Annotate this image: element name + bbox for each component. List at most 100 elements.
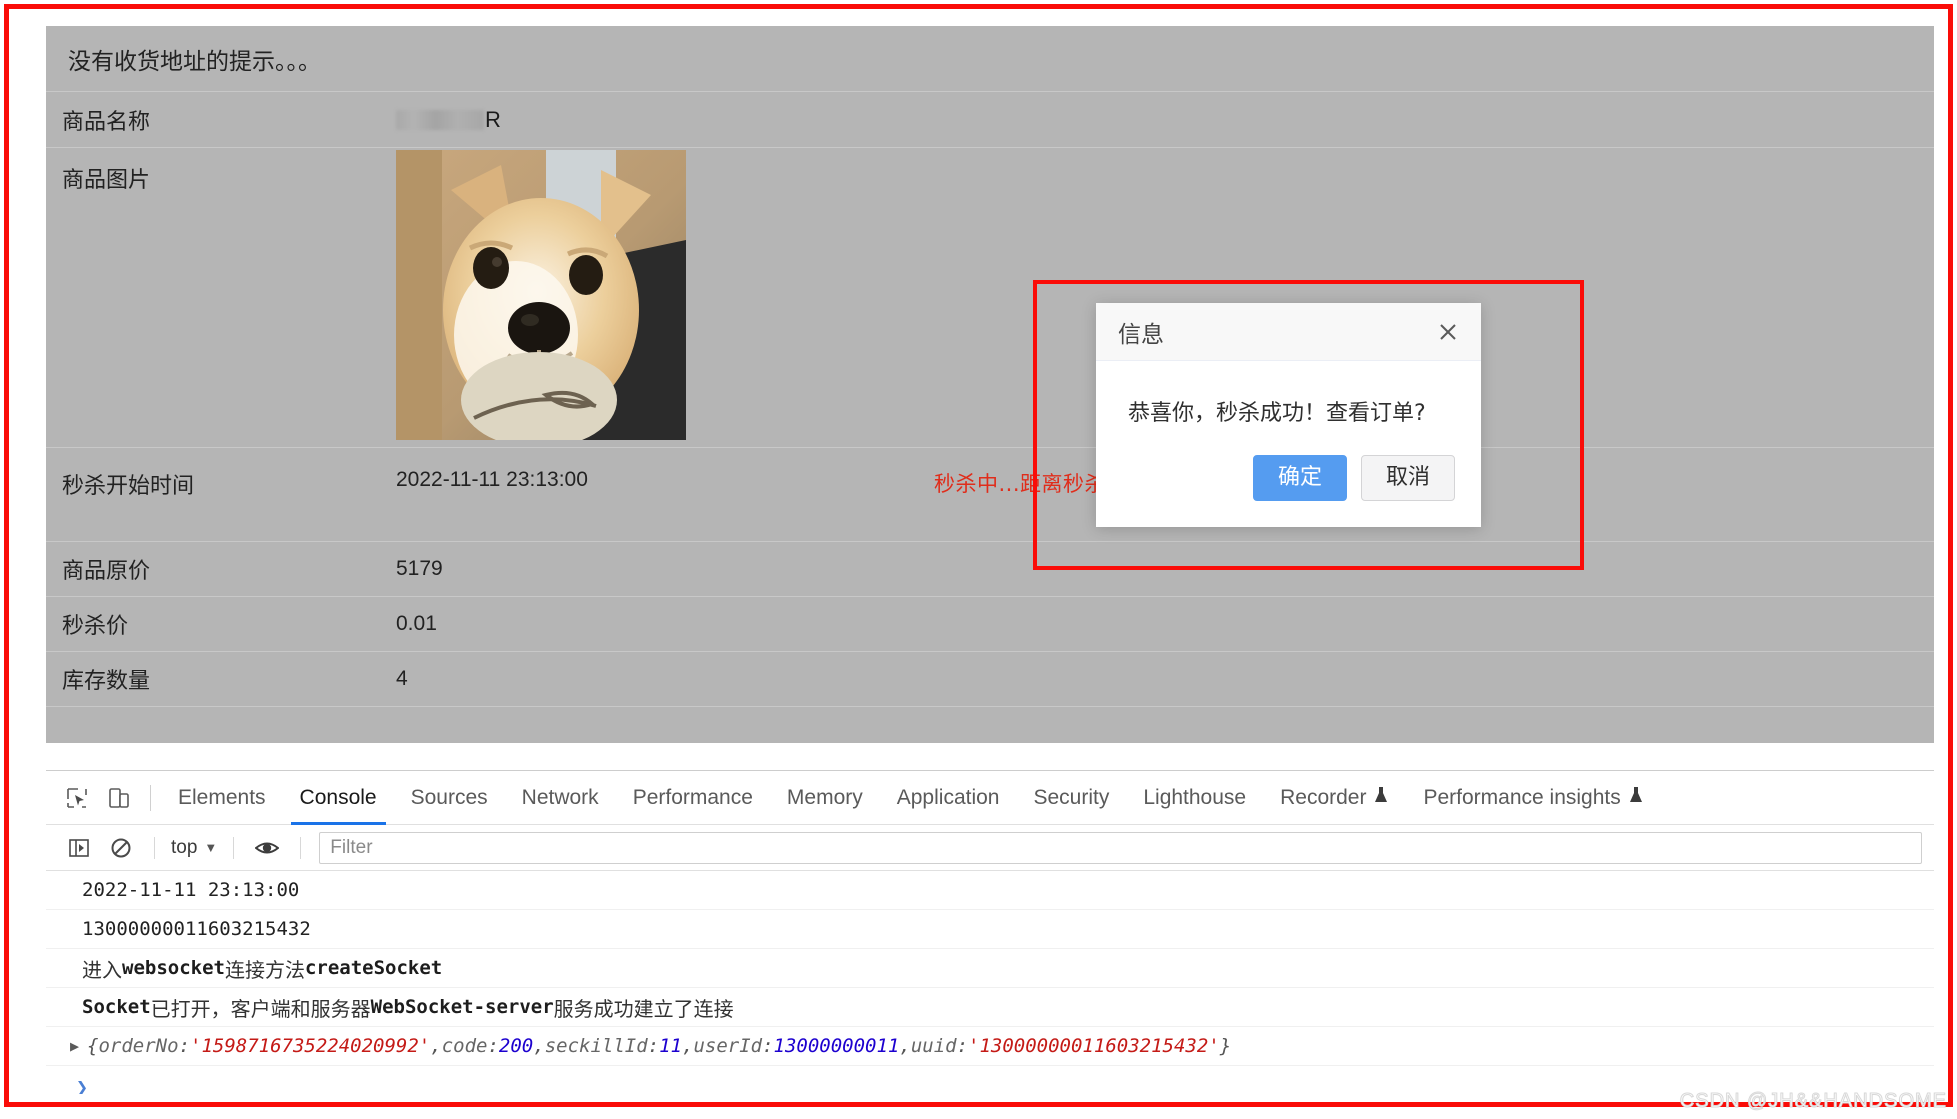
console-text-middle: 连接方法	[224, 957, 305, 982]
tab-label: Elements	[178, 785, 266, 809]
tab-label: Security	[1033, 785, 1110, 809]
row-value-seckill-price: 0.01	[396, 612, 437, 635]
tab-network[interactable]: Network	[505, 771, 616, 825]
row-label-product-image: 商品图片	[62, 168, 151, 193]
object-key-userid: userId	[693, 1035, 763, 1057]
expand-triangle-icon[interactable]: ▶	[70, 1037, 79, 1055]
confirm-button[interactable]: 确定	[1252, 455, 1347, 502]
toolbar-divider	[300, 836, 302, 859]
clear-console-icon-svg	[111, 838, 131, 857]
console-prompt[interactable]: ❯	[46, 1066, 1934, 1094]
console-text-mono2: WebSocket-server	[370, 996, 554, 1018]
tab-label: Sources	[410, 785, 488, 809]
dialog-message: 恭喜你，秒杀成功！查看订单?	[1128, 401, 1426, 426]
table-row-original-price: 商品原价 5179	[46, 542, 1934, 597]
table-row-seckill-price: 秒杀价 0.01	[46, 597, 1934, 652]
object-value-userid: 13000000011	[773, 1035, 900, 1057]
doge-shiba-inu-photo	[396, 150, 686, 440]
product-detail-table: 没有收货地址的提示。。。 商品名称 R 商品图片 秒杀开始时间 2022-11-…	[46, 26, 1934, 743]
object-value-seckillid: 11	[659, 1035, 682, 1057]
console-sidebar-icon[interactable]	[58, 827, 100, 869]
console-text-mono2: createSocket	[304, 957, 443, 979]
toolbar-divider	[154, 836, 155, 859]
row-label-original-price: 商品原价	[62, 559, 151, 584]
console-row-socket-open: Socket 已打开，客户端和服务器 WebSocket-server 服务成功建立…	[46, 988, 1934, 1027]
table-row-product-image: 商品图片	[46, 148, 1934, 448]
tab-security[interactable]: Security	[1016, 771, 1126, 825]
tab-performance-insights[interactable]: Performance insights	[1406, 771, 1660, 825]
tab-memory[interactable]: Memory	[770, 771, 880, 825]
console-text-1: 已打开，客户端和服务器	[150, 996, 371, 1021]
close-icon-svg	[1440, 323, 1456, 340]
product-name-tail: R	[485, 106, 501, 132]
tab-label: Recorder	[1280, 785, 1367, 809]
console-row-websocket-enter: 进入 websocket 连接方法 createSocket	[46, 949, 1934, 988]
console-text: 13000000011603215432	[82, 918, 311, 940]
tab-label: Application	[896, 785, 1000, 809]
execution-context-label: top	[171, 836, 198, 858]
tab-application[interactable]: Application	[880, 771, 1017, 825]
tab-lighthouse[interactable]: Lighthouse	[1126, 771, 1263, 825]
tab-elements[interactable]: Elements	[161, 771, 283, 825]
device-toolbar-icon[interactable]	[98, 777, 140, 819]
flask-icon	[1373, 786, 1389, 809]
tab-sources[interactable]: Sources	[394, 771, 505, 825]
screenshot-root: 没有收货地址的提示。。。 商品名称 R 商品图片 秒杀开始时间 2022-11-…	[0, 0, 1957, 1119]
console-row-uuid: 13000000011603215432	[46, 910, 1934, 949]
object-close-brace: }	[1219, 1035, 1232, 1057]
row-label-stock-quantity: 库存数量	[62, 669, 151, 694]
object-key-uuid: uuid	[910, 1035, 957, 1057]
eye-icon-svg	[255, 842, 280, 853]
doge-image-svg	[396, 150, 686, 440]
live-expression-eye-icon[interactable]	[246, 827, 288, 869]
address-notice-row: 没有收货地址的提示。。。	[46, 26, 1934, 92]
toolbar-divider	[233, 836, 235, 859]
chevron-down-icon: ▼	[204, 840, 218, 855]
row-value-product-name: R	[396, 107, 1934, 133]
object-value-uuid: '13000000011603215432'	[968, 1035, 1220, 1057]
object-key-seckillid: seckillId	[544, 1035, 648, 1057]
message-dialog: 信息 恭喜你，秒杀成功！查看订单? 确定 取消	[1096, 303, 1481, 528]
device-toolbar-icon-svg	[109, 787, 129, 808]
tab-console[interactable]: Console	[283, 771, 394, 825]
tab-label: Lighthouse	[1143, 785, 1247, 809]
tab-label: Performance	[632, 785, 753, 809]
cancel-button[interactable]: 取消	[1360, 455, 1455, 502]
inspect-element-icon[interactable]	[56, 777, 98, 819]
filter-placeholder: Filter	[330, 836, 373, 858]
object-value-code: 200	[498, 1035, 534, 1057]
object-key-orderno: orderNo	[98, 1035, 179, 1057]
console-output: 2022-11-11 23:13:00 13000000011603215432…	[46, 871, 1934, 1094]
filter-input[interactable]: Filter	[319, 831, 1922, 864]
redacted-text-block	[396, 109, 484, 130]
row-label-product-name: 商品名称	[62, 109, 151, 135]
devtools-panel: Elements Console Sources Network Perform…	[46, 770, 1934, 1094]
console-text-2: 服务成功建立了连接	[553, 996, 734, 1021]
execution-context-selector[interactable]: top ▼	[167, 837, 221, 859]
tab-performance[interactable]: Performance	[616, 771, 770, 825]
flask-icon-svg	[1375, 787, 1388, 802]
console-sidebar-icon-svg	[69, 838, 89, 857]
console-row-object[interactable]: ▶{orderNo: '1598716735224020992', code: …	[46, 1027, 1934, 1066]
clear-console-icon[interactable]	[100, 827, 142, 869]
watermark-text: CSDN @JH&&HANDSOME	[1679, 1090, 1947, 1113]
tab-label: Network	[521, 785, 599, 809]
console-text-mono: websocket	[122, 957, 225, 979]
row-value-stock-quantity: 4	[396, 667, 408, 690]
table-row-stock-quantity: 库存数量 4	[46, 652, 1934, 707]
close-icon[interactable]	[1433, 317, 1463, 347]
console-row-timestamp: 2022-11-11 23:13:00	[46, 871, 1934, 910]
product-detail-page: 没有收货地址的提示。。。 商品名称 R 商品图片 秒杀开始时间 2022-11-…	[46, 26, 1934, 1094]
dialog-title: 信息	[1118, 321, 1164, 348]
table-row-seckill-start-time: 秒杀开始时间 2022-11-11 23:13:00 秒杀中...距离秒杀结束还…	[46, 448, 1934, 542]
prompt-chevron-icon: ❯	[76, 1075, 89, 1094]
row-value-original-price: 5179	[396, 557, 443, 580]
flask-icon-svg	[1629, 787, 1642, 802]
row-label-seckill-price: 秒杀价	[62, 614, 129, 639]
object-key-code: code	[441, 1035, 488, 1057]
table-row-product-name: 商品名称 R	[46, 92, 1934, 148]
tab-recorder[interactable]: Recorder	[1263, 771, 1406, 825]
console-text-prefix: 进入	[82, 957, 122, 982]
object-open-brace: {	[87, 1035, 99, 1057]
dialog-footer: 确定 取消	[1096, 441, 1481, 527]
